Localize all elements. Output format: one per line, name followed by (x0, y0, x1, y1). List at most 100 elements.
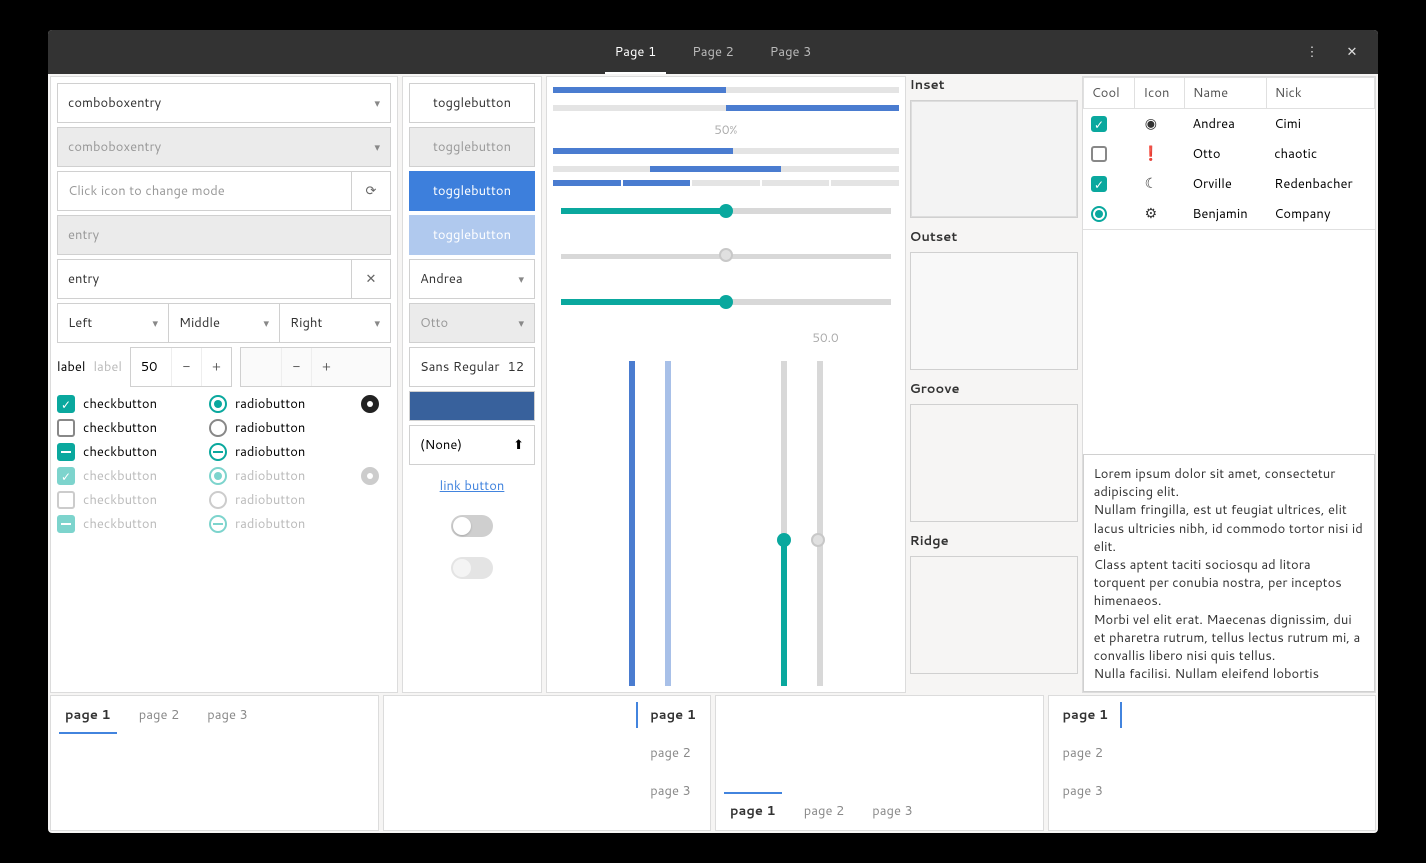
nb-tab[interactable]: page 3 (193, 696, 262, 734)
notebook-top: page 1 page 2 page 3 (50, 695, 379, 831)
progress-bar-1 (553, 87, 899, 93)
notebook-bottom: page 1 page 2 page 3 (715, 695, 1044, 831)
check-icon[interactable] (1091, 146, 1107, 162)
table-row[interactable]: ❗ Otto chaotic (1083, 139, 1374, 169)
radiobutton-off[interactable]: radiobutton (209, 419, 351, 437)
nb-tab[interactable]: page 2 (790, 792, 859, 830)
radiobutton-on-disabled: radiobutton (209, 467, 351, 485)
col-name[interactable]: Name (1184, 78, 1266, 109)
header-tab-page3[interactable]: Page 3 (752, 30, 830, 74)
radio-solid[interactable] (361, 395, 391, 413)
spin-minus[interactable]: − (171, 348, 201, 386)
nb-tab[interactable]: page 3 (636, 772, 710, 810)
nb-tab[interactable]: page 2 (636, 734, 710, 772)
combo-andrea[interactable]: Andrea (409, 259, 535, 299)
table-row[interactable]: ⚙ Benjamin Company (1083, 199, 1374, 230)
align-left-select[interactable]: Left (57, 303, 169, 343)
v-slider-3[interactable] (781, 361, 787, 686)
spin-button[interactable]: 50 − + (130, 347, 232, 387)
h-slider-1[interactable] (561, 208, 891, 214)
cell-nick: chaotic (1266, 139, 1374, 169)
refresh-icon: ⟳ (366, 182, 377, 200)
notebook-left: page 1 page 2 page 3 (1048, 695, 1377, 831)
font-size: 12 (507, 358, 524, 376)
col-nick[interactable]: Nick (1266, 78, 1374, 109)
notebook-right: page 1 page 2 page 3 (383, 695, 712, 831)
nb-tab[interactable]: page 2 (1049, 734, 1123, 772)
static-label-disabled: label (93, 358, 121, 376)
combo-otto-disabled: Otto (409, 303, 535, 343)
header-tab-page1[interactable]: Page 1 (597, 30, 675, 74)
spin-plus[interactable]: + (201, 348, 231, 386)
checkbutton-on[interactable]: ✓checkbutton (57, 395, 199, 413)
table-row[interactable]: ✓ ◉ Andrea Cimi (1083, 109, 1374, 140)
table-row[interactable]: ✓ ☾ Orville Redenbacher (1083, 169, 1374, 199)
nb-tab[interactable]: page 1 (716, 792, 790, 830)
align-middle-select[interactable]: Middle (168, 303, 280, 343)
refresh-button[interactable]: ⟳ (351, 171, 391, 211)
frame-label-inset: Inset (910, 76, 1078, 94)
nb-tab[interactable]: page 3 (1049, 772, 1123, 810)
align-right-select[interactable]: Right (279, 303, 391, 343)
col-icon[interactable]: Icon (1135, 78, 1184, 109)
close-button[interactable]: ✕ (1334, 34, 1370, 70)
combobox-entry[interactable]: comboboxentry (57, 83, 391, 123)
sliders-column: 50% 50.0 (546, 76, 906, 693)
nb-tab[interactable]: page 2 (125, 696, 194, 734)
header-tab-page2[interactable]: Page 2 (674, 30, 752, 74)
checkbutton-mixed[interactable]: checkbutton (57, 443, 199, 461)
radiobutton-on[interactable]: radiobutton (209, 395, 351, 413)
text-view[interactable]: Lorem ipsum dolor sit amet, consectetur … (1083, 454, 1375, 692)
checkbutton-on-disabled: ✓checkbutton (57, 467, 199, 485)
percent-label: 50% (553, 119, 899, 140)
togglebutton-off-disabled: togglebutton (409, 127, 535, 167)
col-cool[interactable]: Cool (1083, 78, 1135, 109)
progress-bar-2 (553, 105, 899, 111)
list-text-column: Cool Icon Name Nick ✓ ◉ Andrea Cimi (1082, 76, 1376, 693)
radiobutton-mixed[interactable]: radiobutton (209, 443, 351, 461)
check-icon[interactable]: ✓ (1091, 176, 1107, 192)
kebab-icon: ⋮ (1306, 43, 1319, 61)
static-label: label (57, 358, 85, 376)
combobox-entry-disabled: comboboxentry (57, 127, 391, 167)
nb-tab[interactable]: page 1 (636, 696, 710, 734)
checkbutton-off[interactable]: checkbutton (57, 419, 199, 437)
frame-ridge (910, 556, 1078, 674)
spin-value: 50 (131, 358, 171, 376)
togglebutton-off[interactable]: togglebutton (409, 83, 535, 123)
v-slider-disabled (817, 361, 823, 686)
cell-nick: Redenbacher (1266, 169, 1374, 199)
entry-field[interactable]: entry (57, 259, 352, 299)
cell-nick: Cimi (1266, 109, 1374, 140)
tree-view[interactable]: Cool Icon Name Nick ✓ ◉ Andrea Cimi (1083, 77, 1375, 230)
h-slider-2[interactable] (561, 299, 891, 305)
togglebutton-on[interactable]: togglebutton (409, 171, 535, 211)
upper-panels: comboboxentry comboboxentry Click icon t… (50, 76, 1376, 693)
notebooks-row: page 1 page 2 page 3 page 1 page 2 page … (50, 695, 1376, 831)
switch-off[interactable] (451, 515, 493, 537)
radio-icon[interactable] (1091, 206, 1107, 222)
nb-tab[interactable]: page 3 (858, 792, 927, 830)
v-slider-2[interactable] (665, 361, 671, 686)
file-chooser[interactable]: (None) ⬆ (409, 425, 535, 465)
color-button[interactable] (409, 391, 535, 421)
check-icon[interactable]: ✓ (1091, 116, 1107, 132)
check-badge-icon: ◉ (1143, 115, 1159, 131)
nb-tab[interactable]: page 1 (1049, 696, 1123, 734)
font-button[interactable]: Sans Regular 12 (409, 347, 535, 387)
cell-name: Otto (1184, 139, 1266, 169)
file-name: (None) (420, 436, 462, 454)
v-slider-1[interactable] (629, 361, 635, 686)
link-button[interactable]: link button (409, 469, 535, 503)
cell-name: Orville (1184, 169, 1266, 199)
mode-entry[interactable]: Click icon to change mode (57, 171, 352, 211)
menu-button[interactable]: ⋮ (1294, 34, 1330, 70)
frame-label-groove: Groove (910, 380, 1078, 398)
gear-icon: ⚙ (1143, 205, 1159, 221)
controls-column: comboboxentry comboboxentry Click icon t… (50, 76, 398, 693)
clear-button[interactable]: ✕ (351, 259, 391, 299)
spin-plus-disabled: + (311, 348, 341, 386)
switch-disabled (451, 557, 493, 579)
nb-tab[interactable]: page 1 (51, 696, 125, 734)
level-bar-discrete (553, 180, 899, 186)
